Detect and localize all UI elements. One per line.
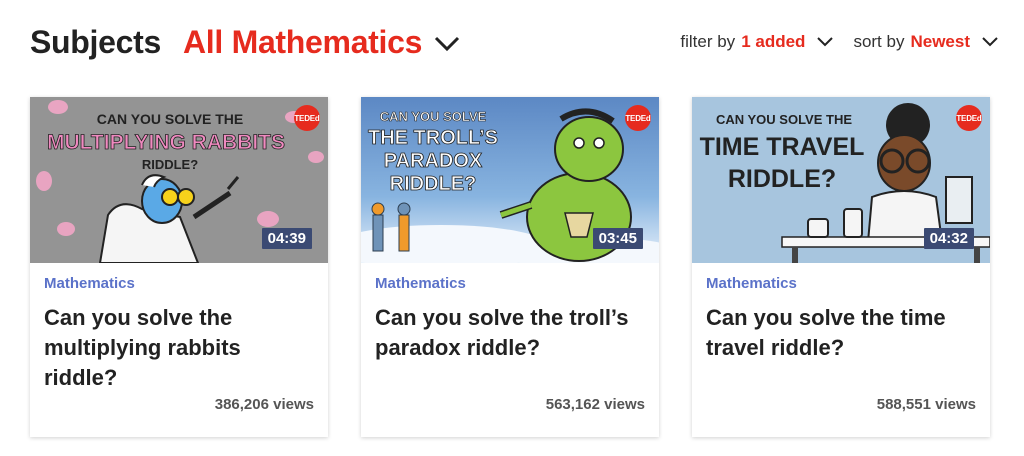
- card-category[interactable]: Mathematics: [44, 275, 135, 292]
- subject-dropdown[interactable]: All Mathematics: [183, 24, 460, 61]
- video-thumbnail[interactable]: CAN YOU SOLVE THE TROLL’S PARADOX RIDDLE…: [361, 97, 659, 263]
- thumb-line-3: PARADOX: [384, 150, 483, 172]
- ted-ed-logo: TEDEd: [625, 105, 651, 131]
- sort-label: sort by: [853, 32, 905, 51]
- card-title[interactable]: Can you solve the multiplying rabbits ri…: [44, 303, 316, 393]
- card-category[interactable]: Mathematics: [706, 275, 797, 292]
- video-duration: 04:32: [923, 228, 974, 249]
- filter-label: filter by: [680, 32, 736, 51]
- chevron-down-icon: [982, 37, 998, 47]
- page-header: Subjects All Mathematics filter by 1 add…: [30, 24, 998, 64]
- video-duration: 03:45: [592, 228, 643, 249]
- video-thumbnail[interactable]: CAN YOU SOLVE THE TIME TRAVEL RIDDLE? TE…: [692, 97, 990, 263]
- thumb-line-1: CAN YOU SOLVE: [380, 109, 487, 124]
- card-title[interactable]: Can you solve the time travel riddle?: [706, 303, 978, 363]
- thumb-line-1: CAN YOU SOLVE THE: [716, 112, 852, 127]
- thumb-line-3: RIDDLE?: [142, 157, 198, 172]
- thumb-line-1: CAN YOU SOLVE THE: [97, 111, 244, 127]
- card-category[interactable]: Mathematics: [375, 275, 466, 292]
- thumb-line-3: RIDDLE?: [728, 165, 836, 193]
- filter-value: 1 added: [741, 32, 806, 51]
- thumb-line-2: THE TROLL’S: [368, 127, 498, 149]
- ted-ed-logo: TEDEd: [294, 105, 320, 131]
- video-duration: 04:39: [261, 228, 312, 249]
- subject-selected-value: All Mathematics: [183, 24, 423, 60]
- list-controls: filter by 1 added sort by Newest: [680, 32, 998, 52]
- chevron-down-icon: [435, 36, 460, 51]
- sort-dropdown[interactable]: sort by Newest: [853, 32, 998, 52]
- video-card[interactable]: CAN YOU SOLVE THE TROLL’S PARADOX RIDDLE…: [361, 97, 659, 437]
- chevron-down-icon: [817, 37, 834, 47]
- thumb-line-2: MULTIPLYING RABBITS: [47, 131, 285, 154]
- video-card[interactable]: CAN YOU SOLVE THE MULTIPLYING RABBITS RI…: [30, 97, 328, 437]
- card-views: 386,206 views: [214, 396, 314, 413]
- filter-dropdown[interactable]: filter by 1 added: [680, 32, 834, 52]
- card-title[interactable]: Can you solve the troll’s paradox riddle…: [375, 303, 647, 363]
- sort-value: Newest: [910, 32, 970, 51]
- card-views: 588,551 views: [876, 396, 976, 413]
- video-card[interactable]: CAN YOU SOLVE THE TIME TRAVEL RIDDLE? TE…: [692, 97, 990, 437]
- thumb-line-4: RIDDLE?: [390, 173, 477, 195]
- card-views: 563,162 views: [545, 396, 645, 413]
- video-thumbnail[interactable]: CAN YOU SOLVE THE MULTIPLYING RABBITS RI…: [30, 97, 328, 263]
- subjects-label: Subjects: [30, 24, 161, 60]
- thumb-line-2: TIME TRAVEL: [700, 133, 865, 161]
- ted-ed-logo: TEDEd: [956, 105, 982, 131]
